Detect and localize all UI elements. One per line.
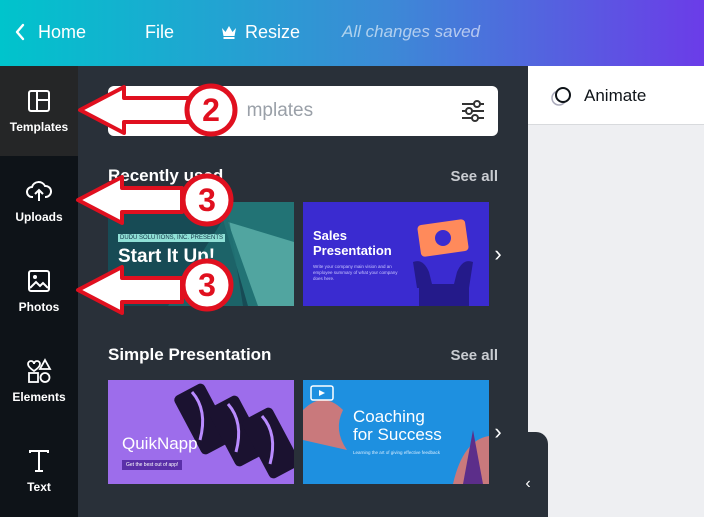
- section-title-simple-presentation: Simple Presentation: [108, 345, 272, 364]
- thumbnail-title: QuikNapp: [122, 434, 198, 453]
- thumbnail-title: Coaching for Success: [353, 407, 442, 444]
- see-all-link[interactable]: See all: [450, 347, 498, 364]
- templates-panel: e mplates Recently used See all DUDU SOLU…: [78, 66, 528, 517]
- collapse-panel-button[interactable]: ‹: [508, 432, 548, 517]
- sidebar-item-label: Elements: [12, 390, 66, 404]
- shapes-icon: [26, 358, 52, 384]
- search-input[interactable]: e mplates: [108, 86, 498, 136]
- sidebar-item-photos[interactable]: Photos: [0, 246, 78, 336]
- sidebar-item-label: Text: [27, 480, 51, 494]
- home-button[interactable]: Home: [14, 20, 86, 44]
- thumbnail-eyebrow: DUDU SOLUTIONS, INC. PRESENTS: [118, 234, 226, 242]
- side-nav: Templates Uploads Photos Elements Text: [0, 66, 78, 517]
- editor-toolbar: Animate: [528, 66, 704, 125]
- sidebar-item-text[interactable]: Text: [0, 426, 78, 516]
- sidebar-item-templates[interactable]: Templates: [0, 66, 78, 156]
- thumbnail-body: Learning the art of giving effective fee…: [353, 450, 440, 455]
- image-icon: [26, 268, 52, 294]
- thumbnail-title: Start It Up!: [118, 246, 216, 267]
- template-thumbnail[interactable]: Sales Presentation Write your company mai…: [303, 202, 489, 306]
- crown-icon: [222, 26, 236, 39]
- animate-icon: [551, 87, 571, 106]
- file-menu[interactable]: File: [145, 20, 174, 44]
- animate-label: Animate: [584, 86, 647, 105]
- see-all-link[interactable]: See all: [450, 168, 498, 185]
- top-bar: Home File Resize All changes saved: [0, 0, 704, 66]
- resize-label: Resize: [245, 22, 301, 42]
- template-thumbnail[interactable]: QuikNapp Get the best out of app!: [108, 380, 294, 484]
- template-thumbnail[interactable]: Coaching for Success Learning the art of …: [303, 380, 489, 484]
- sidebar-item-label: Uploads: [15, 210, 63, 224]
- filter-icon[interactable]: [460, 98, 486, 124]
- sidebar-item-elements[interactable]: Elements: [0, 336, 78, 426]
- chevron-left-icon: [15, 23, 25, 41]
- chevron-right-icon[interactable]: ›: [483, 202, 513, 306]
- resize-button[interactable]: Resize: [221, 20, 300, 44]
- search-placeholder: e mplates: [178, 100, 314, 121]
- money-hands-art: [413, 219, 473, 306]
- sidebar-item-uploads[interactable]: Uploads: [0, 156, 78, 246]
- home-label: Home: [38, 22, 87, 42]
- sidebar-item-label: Photos: [18, 300, 60, 314]
- section-title-recently-used: Recently used: [108, 166, 224, 185]
- save-status: All changes saved: [342, 22, 480, 41]
- layout-icon: [26, 88, 52, 114]
- thumbnail-title: Sales Presentation: [313, 228, 392, 258]
- text-icon: [26, 448, 52, 474]
- animate-button[interactable]: Animate: [550, 85, 646, 107]
- chevron-left-icon: ‹: [525, 475, 531, 492]
- template-thumbnail[interactable]: DUDU SOLUTIONS, INC. PRESENTS Start It U…: [108, 202, 294, 306]
- cloud-upload-icon: [26, 178, 52, 204]
- sidebar-item-label: Templates: [9, 120, 69, 134]
- thumbnail-body: Write your company main vision and an em…: [313, 264, 398, 281]
- thumbnail-tag: Get the best out of app!: [122, 460, 183, 470]
